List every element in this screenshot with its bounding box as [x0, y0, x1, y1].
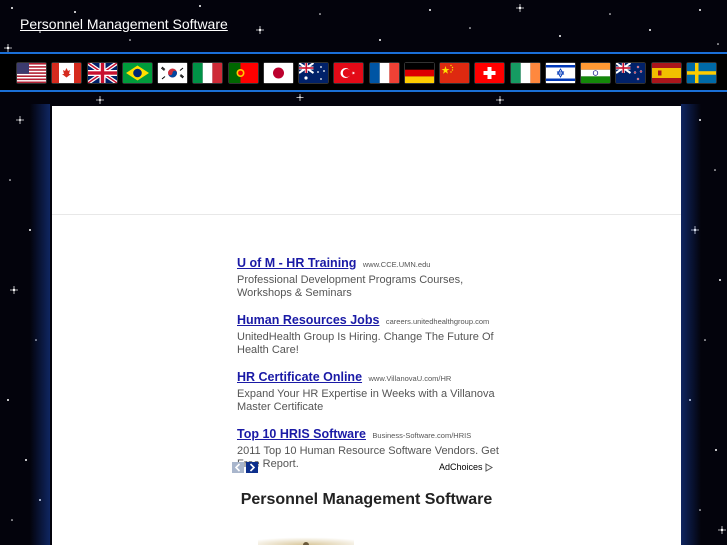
adchoices-triangle-icon — [485, 462, 493, 472]
ad-url[interactable]: www.VillanovaU.com/HR — [368, 374, 451, 383]
ad-title-link[interactable]: HR Certificate Online — [237, 370, 362, 384]
uk-flag-icon[interactable] — [87, 63, 117, 83]
ad-item: U of M - HR Training www.CCE.UMN.edu Pro… — [237, 255, 507, 300]
switzerland-flag-icon[interactable] — [475, 63, 505, 83]
india-flag-icon[interactable] — [581, 63, 610, 83]
ireland-flag-icon[interactable] — [510, 63, 540, 83]
page-title: Personnel Management Software — [240, 491, 493, 508]
brazil-flag-icon[interactable] — [122, 63, 152, 83]
flag-list — [17, 63, 722, 83]
ad-description: UnitedHealth Group Is Hiring. Change The… — [237, 331, 494, 356]
ad-prev-button[interactable] — [232, 462, 244, 473]
ad-pager — [232, 462, 260, 473]
us-flag-icon[interactable] — [17, 63, 46, 83]
chevron-right-icon — [249, 463, 256, 472]
china-flag-icon[interactable] — [440, 63, 469, 83]
spain-flag-icon[interactable] — [651, 63, 681, 83]
turkey-flag-icon[interactable] — [334, 63, 364, 83]
sponsored-ad-list: U of M - HR Training www.CCE.UMN.edu Pro… — [237, 255, 507, 483]
language-flag-bar — [0, 52, 727, 92]
chevron-left-icon — [234, 463, 241, 472]
adchoices-label: AdChoices — [439, 462, 483, 472]
sweden-flag-icon[interactable] — [686, 63, 716, 83]
korea-flag-icon[interactable] — [158, 63, 187, 83]
italy-flag-icon[interactable] — [193, 63, 223, 83]
adchoices-link[interactable]: AdChoices — [439, 462, 493, 472]
portugal-flag-icon[interactable] — [228, 63, 258, 83]
ad-description: Expand Your HR Expertise in Weeks with a… — [237, 388, 495, 413]
banner-divider — [52, 214, 681, 215]
article-image — [258, 534, 354, 545]
germany-flag-icon[interactable] — [404, 63, 434, 83]
right-glow-edge — [681, 104, 701, 545]
ad-url[interactable]: www.CCE.UMN.edu — [363, 260, 431, 269]
ad-title-link[interactable]: Top 10 HRIS Software — [237, 427, 366, 441]
australia-flag-icon[interactable] — [299, 63, 328, 83]
ad-next-button[interactable] — [246, 462, 258, 473]
ad-url[interactable]: careers.unitedhealthgroup.com — [386, 317, 489, 326]
canada-flag-icon[interactable] — [52, 63, 82, 83]
france-flag-icon[interactable] — [369, 63, 399, 83]
ad-title-link[interactable]: U of M - HR Training — [237, 256, 356, 270]
israel-flag-icon[interactable] — [545, 63, 575, 83]
site-title-link[interactable]: Personnel Management Software — [20, 16, 228, 32]
left-glow-edge — [30, 104, 50, 545]
main-content: U of M - HR Training www.CCE.UMN.edu Pro… — [52, 106, 681, 545]
japan-flag-icon[interactable] — [263, 63, 293, 83]
ad-description: Professional Development Programs Course… — [237, 274, 464, 299]
new-zealand-flag-icon[interactable] — [616, 63, 646, 83]
ad-title-link[interactable]: Human Resources Jobs — [237, 313, 379, 327]
ad-url[interactable]: Business-Software.com/HRIS — [372, 431, 471, 440]
ad-item: Human Resources Jobs careers.unitedhealt… — [237, 312, 507, 357]
banner-ad-slot — [52, 106, 681, 214]
ad-item: HR Certificate Online www.VillanovaU.com… — [237, 369, 507, 414]
